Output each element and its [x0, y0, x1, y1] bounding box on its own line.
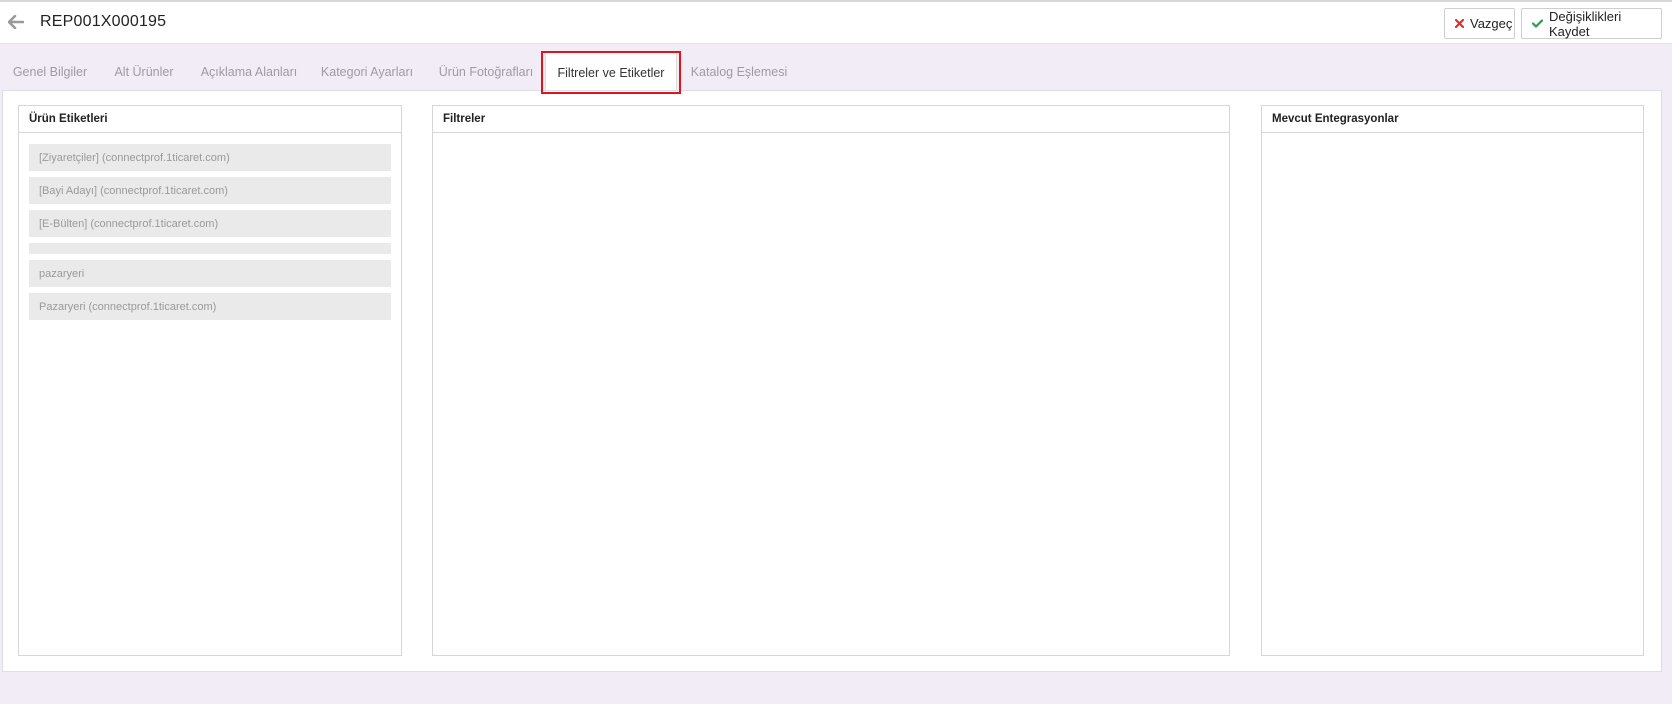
- tab-alt-urunler[interactable]: Alt Ürünler: [108, 52, 180, 92]
- tab-bar: Genel Bilgiler Alt Ürünler Açıklama Alan…: [0, 52, 1672, 93]
- tag-item[interactable]: [29, 243, 391, 254]
- arrow-left-icon: [8, 15, 24, 29]
- tag-item[interactable]: pazaryeri: [29, 260, 391, 287]
- tab-genel-bilgiler[interactable]: Genel Bilgiler: [6, 52, 94, 92]
- tab-katalog-eslemesi[interactable]: Katalog Eşlemesi: [686, 52, 792, 92]
- save-changes-button[interactable]: Değişiklikleri Kaydet: [1521, 8, 1662, 39]
- tag-list: [Ziyaretçiler] (connectprof.1ticaret.com…: [29, 144, 391, 326]
- tab-filtreler-ve-etiketler[interactable]: Filtreler ve Etiketler: [545, 52, 677, 93]
- tag-item[interactable]: [Ziyaretçiler] (connectprof.1ticaret.com…: [29, 144, 391, 171]
- tag-item[interactable]: [E-Bülten] (connectprof.1ticaret.com): [29, 210, 391, 237]
- tag-item[interactable]: [Bayi Adayı] (connectprof.1ticaret.com): [29, 177, 391, 204]
- x-icon: [1455, 19, 1464, 28]
- product-tags-panel: Ürün Etiketleri [Ziyaretçiler] (connectp…: [18, 105, 402, 656]
- tab-content: Ürün Etiketleri [Ziyaretçiler] (connectp…: [2, 90, 1662, 672]
- page-title: REP001X000195: [40, 13, 167, 30]
- filters-title: Filtreler: [433, 106, 1229, 133]
- filters-panel: Filtreler: [432, 105, 1230, 656]
- product-tags-title: Ürün Etiketleri: [19, 106, 401, 133]
- tab-aciklama-alanlari[interactable]: Açıklama Alanları: [196, 52, 302, 92]
- save-changes-label: Değişiklikleri Kaydet: [1549, 8, 1622, 39]
- check-icon: [1532, 19, 1543, 28]
- integrations-panel: Mevcut Entegrasyonlar: [1261, 105, 1644, 656]
- integrations-title: Mevcut Entegrasyonlar: [1262, 106, 1643, 133]
- back-button[interactable]: [6, 12, 26, 32]
- tag-item[interactable]: Pazaryeri (connectprof.1ticaret.com): [29, 293, 391, 320]
- page-header: REP001X000195 Vazgeç Değişiklikleri Kayd…: [0, 2, 1672, 44]
- cancel-label: Vazgeç: [1470, 16, 1513, 31]
- tab-urun-fotograflari[interactable]: Ürün Fotoğrafları: [434, 52, 538, 92]
- cancel-button[interactable]: Vazgeç: [1444, 8, 1515, 39]
- tab-kategori-ayarlari[interactable]: Kategori Ayarları: [316, 52, 418, 92]
